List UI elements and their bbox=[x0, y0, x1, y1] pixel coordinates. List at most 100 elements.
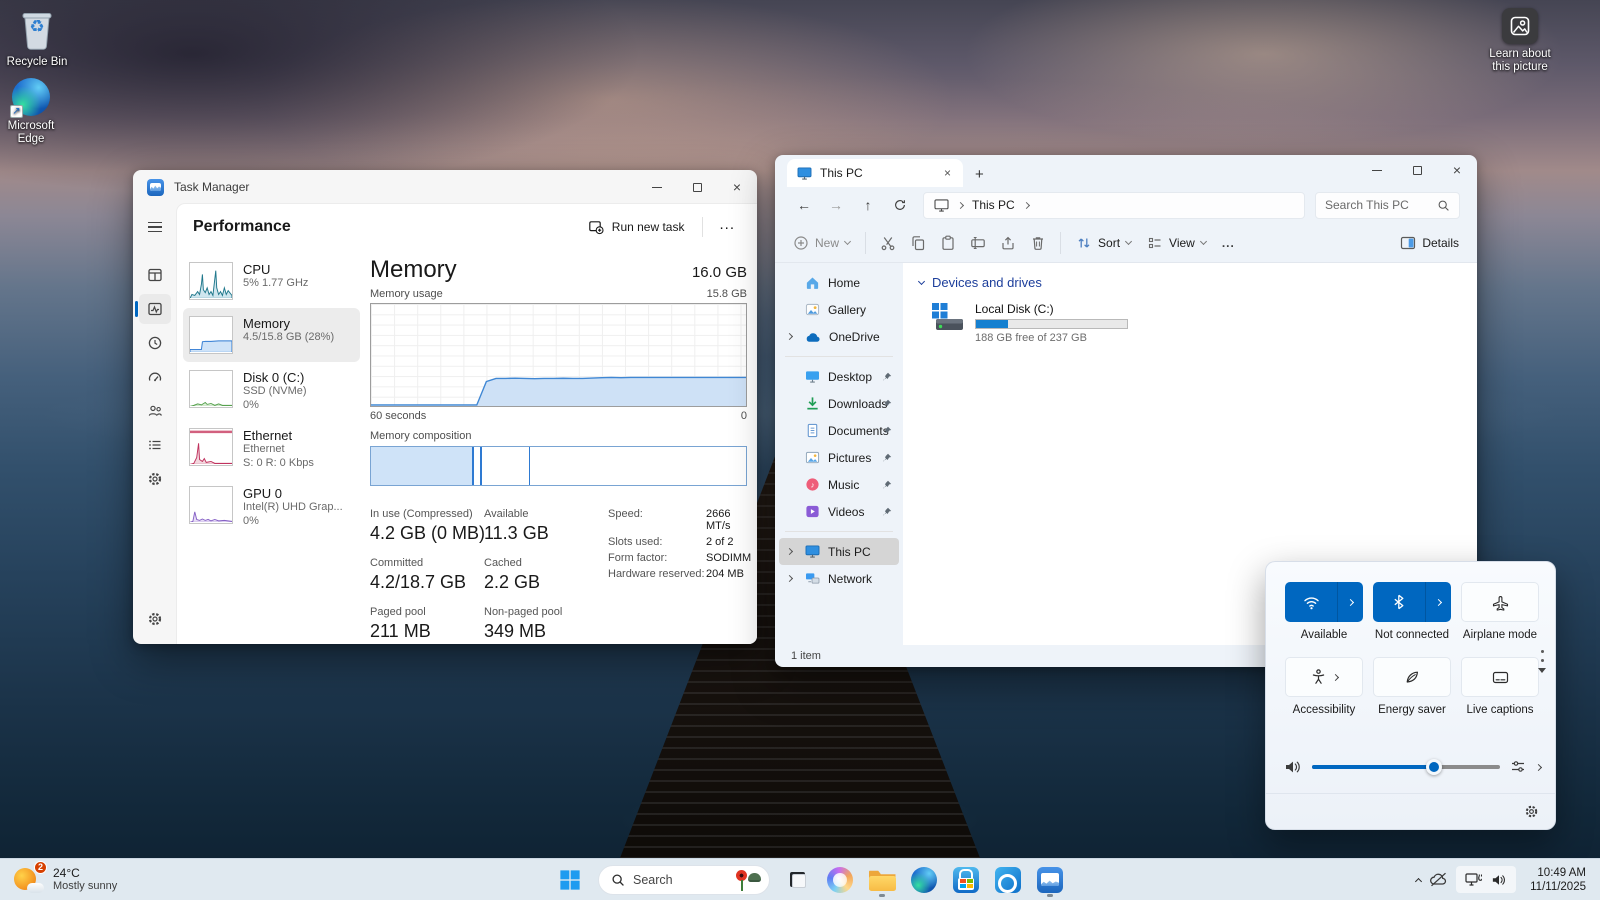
more-options-button[interactable]: ... bbox=[713, 216, 741, 239]
weather-widget[interactable]: 2 24°C Mostly sunny bbox=[8, 859, 123, 900]
share-button[interactable] bbox=[993, 228, 1023, 258]
drive-item-local-disk-c[interactable]: Local Disk (C:) 188 GB free of 237 GB bbox=[929, 302, 1461, 344]
bluetooth-icon[interactable] bbox=[1373, 594, 1425, 610]
sidebar-item-this-pc[interactable]: This PC bbox=[779, 538, 899, 565]
learn-about-this-picture[interactable]: Learn about this picture bbox=[1483, 8, 1557, 74]
expand-chevron-icon[interactable] bbox=[785, 547, 794, 556]
sidebar-item-home[interactable]: Home bbox=[779, 269, 899, 296]
clock[interactable]: 10:49 AM 11/11/2025 bbox=[1524, 866, 1592, 894]
taskbar-app-store[interactable] bbox=[948, 861, 984, 899]
taskbar-app-outlook[interactable] bbox=[990, 861, 1026, 899]
task-manager-titlebar[interactable]: Task Manager × bbox=[133, 170, 757, 204]
sort-button[interactable]: Sort bbox=[1068, 229, 1139, 257]
desktop-icon-recycle-bin[interactable]: ♻ Recycle Bin bbox=[0, 8, 74, 69]
quick-settings-pager[interactable] bbox=[1538, 650, 1546, 673]
taskbar-search-box[interactable]: Search bbox=[598, 864, 770, 895]
explorer-search-box[interactable]: Search This PC bbox=[1315, 191, 1460, 219]
sidebar-item-onedrive[interactable]: OneDrive bbox=[779, 323, 899, 350]
settings-gear-button[interactable] bbox=[1524, 804, 1539, 819]
forward-button[interactable]: → bbox=[821, 191, 851, 219]
desktop-icon-microsoft-edge[interactable]: ↗ Microsoft Edge bbox=[0, 78, 68, 146]
new-tab-button[interactable]: + bbox=[963, 166, 996, 187]
perf-item-memory[interactable]: Memory 4.5/15.8 GB (28%) bbox=[183, 308, 360, 362]
sidebar-item-network[interactable]: Network bbox=[779, 565, 899, 592]
run-new-task-button[interactable]: Run new task bbox=[580, 213, 693, 241]
taskbar-app-task-view[interactable] bbox=[780, 861, 816, 899]
wifi-expand-button[interactable] bbox=[1337, 582, 1363, 622]
tab-this-pc[interactable]: This PC × bbox=[787, 159, 963, 187]
devices-and-drives-header[interactable]: Devices and drives bbox=[917, 275, 1461, 290]
taskbar-app-file-explorer[interactable] bbox=[864, 861, 900, 899]
taskbar-app-task-manager[interactable] bbox=[1032, 861, 1068, 899]
refresh-button[interactable] bbox=[885, 191, 915, 219]
pager-dot bbox=[1540, 659, 1544, 662]
rename-button[interactable] bbox=[963, 228, 993, 258]
maximize-button[interactable] bbox=[1397, 155, 1437, 185]
wifi-tile[interactable] bbox=[1285, 582, 1363, 622]
nav-users[interactable] bbox=[139, 396, 171, 426]
nav-services[interactable] bbox=[139, 464, 171, 494]
airplane-mode-tile[interactable] bbox=[1461, 582, 1539, 622]
memory-stats: In use (Compressed) 4.2 GB (0 MB) Availab… bbox=[370, 508, 594, 644]
audio-output-expand-icon[interactable] bbox=[1534, 763, 1543, 771]
volume-thumb[interactable] bbox=[1426, 759, 1443, 775]
perf-item-disk[interactable]: Disk 0 (C:) SSD (NVMe) 0% bbox=[183, 362, 360, 420]
new-button[interactable]: New bbox=[785, 229, 858, 257]
taskbar-app-edge[interactable] bbox=[906, 861, 942, 899]
settings-button[interactable] bbox=[139, 604, 171, 634]
maximize-button[interactable] bbox=[677, 172, 717, 202]
sidebar-item-desktop[interactable]: Desktop bbox=[779, 363, 899, 390]
up-button[interactable]: ↑ bbox=[853, 191, 883, 219]
sidebar-item-gallery[interactable]: Gallery bbox=[779, 296, 899, 323]
accessibility-tile[interactable] bbox=[1285, 657, 1363, 697]
breadcrumb-this-pc[interactable]: This PC bbox=[972, 198, 1015, 212]
minimize-button[interactable] bbox=[1357, 155, 1397, 185]
close-button[interactable]: × bbox=[1437, 155, 1477, 185]
wifi-icon[interactable] bbox=[1285, 595, 1337, 610]
tab-close-icon[interactable]: × bbox=[940, 166, 955, 180]
menu-button[interactable] bbox=[139, 212, 171, 242]
address-field[interactable]: This PC bbox=[923, 191, 1305, 219]
live-captions-tile[interactable] bbox=[1461, 657, 1539, 697]
onedrive-paused-icon[interactable] bbox=[1429, 872, 1448, 887]
energy-saver-tile[interactable] bbox=[1373, 657, 1451, 697]
sidebar-item-music[interactable]: ♪ Music bbox=[779, 471, 899, 498]
perf-item-cpu[interactable]: CPU 5% 1.77 GHz bbox=[183, 254, 360, 308]
live-captions-icon bbox=[1492, 671, 1508, 683]
perf-item-ethernet[interactable]: Ethernet Ethernet S: 0 R: 0 Kbps bbox=[183, 420, 360, 478]
expand-chevron-icon[interactable] bbox=[785, 332, 794, 341]
perf-item-gpu[interactable]: GPU 0 Intel(R) UHD Grap... 0% bbox=[183, 478, 360, 536]
nav-app-history[interactable] bbox=[139, 328, 171, 358]
minimize-button[interactable] bbox=[637, 172, 677, 202]
sidebar-item-pictures[interactable]: Pictures bbox=[779, 444, 899, 471]
expand-chevron-icon[interactable] bbox=[785, 574, 794, 583]
nav-performance[interactable] bbox=[135, 294, 171, 324]
details-pane-button[interactable]: Details bbox=[1392, 230, 1467, 256]
volume-slider[interactable] bbox=[1312, 759, 1500, 775]
delete-button[interactable] bbox=[1023, 228, 1053, 258]
bluetooth-tile[interactable] bbox=[1373, 582, 1451, 622]
toolbar-more-button[interactable]: ... bbox=[1214, 230, 1243, 256]
nav-details[interactable] bbox=[139, 430, 171, 460]
breadcrumb-chevron-icon[interactable] bbox=[1022, 201, 1030, 209]
explorer-tab-bar[interactable]: This PC × + × bbox=[775, 155, 1477, 187]
bluetooth-expand-button[interactable] bbox=[1425, 582, 1451, 622]
view-button[interactable]: View bbox=[1139, 229, 1214, 257]
back-button[interactable]: ← bbox=[789, 191, 819, 219]
pager-down-arrow-icon[interactable] bbox=[1538, 668, 1546, 673]
nav-startup-apps[interactable] bbox=[139, 362, 171, 392]
start-button[interactable] bbox=[552, 861, 588, 899]
paste-button[interactable] bbox=[933, 228, 963, 258]
network-volume-flyout-button[interactable] bbox=[1456, 866, 1517, 893]
close-button[interactable]: × bbox=[717, 172, 757, 202]
taskbar-app-copilot[interactable] bbox=[822, 861, 858, 899]
sidebar-item-downloads[interactable]: Downloads bbox=[779, 390, 899, 417]
sidebar-item-documents[interactable]: Documents bbox=[779, 417, 899, 444]
nav-processes[interactable] bbox=[139, 260, 171, 290]
hidden-icons-chevron[interactable] bbox=[1415, 877, 1423, 885]
sidebar-item-videos[interactable]: Videos bbox=[779, 498, 899, 525]
cut-button[interactable] bbox=[873, 228, 903, 258]
speaker-icon[interactable] bbox=[1284, 759, 1302, 775]
audio-output-icon[interactable] bbox=[1510, 759, 1526, 775]
copy-button[interactable] bbox=[903, 228, 933, 258]
